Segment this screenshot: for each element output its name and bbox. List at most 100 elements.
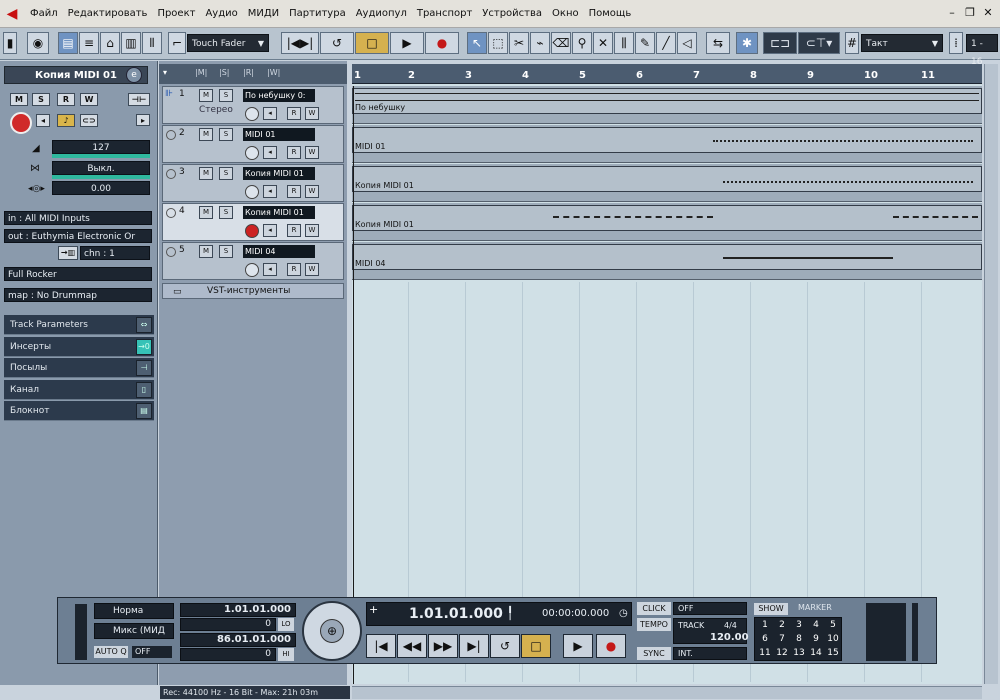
section-track-parameters[interactable]: Track Parameters ⇔ bbox=[4, 315, 154, 335]
marker-button[interactable]: 14 bbox=[808, 648, 824, 658]
marker-button[interactable]: 12 bbox=[774, 648, 790, 658]
open-pool-icon[interactable]: ▥ bbox=[121, 32, 141, 54]
record-enable-button[interactable] bbox=[245, 185, 259, 199]
menu-file[interactable]: Файл bbox=[25, 0, 63, 28]
forward-button[interactable]: ▶▶ bbox=[428, 634, 458, 658]
menu-midi[interactable]: МИДИ bbox=[243, 0, 284, 28]
record-enable-button[interactable] bbox=[245, 146, 259, 160]
midi-input-select[interactable]: in : All MIDI Inputs bbox=[4, 211, 152, 225]
midi-channel-select[interactable]: chn : 1 bbox=[80, 246, 150, 260]
section-sends[interactable]: Посылы ⊣ bbox=[4, 358, 154, 378]
menu-score[interactable]: Партитура bbox=[284, 0, 351, 28]
mute-tool-icon[interactable]: ✕ bbox=[593, 32, 613, 54]
track-lane[interactable]: По небушку bbox=[352, 86, 982, 124]
read-button[interactable]: R bbox=[287, 224, 301, 237]
project-cursor[interactable] bbox=[353, 86, 354, 684]
timewarp-tool-icon[interactable]: ⫼ bbox=[614, 32, 634, 54]
mute-button[interactable]: M bbox=[199, 167, 213, 180]
vertical-scrollbar[interactable] bbox=[984, 64, 998, 684]
edit-instrument-icon[interactable]: e bbox=[126, 67, 142, 83]
split-tool-icon[interactable]: ✂ bbox=[509, 32, 529, 54]
glue-tool-icon[interactable]: ⌁ bbox=[530, 32, 550, 54]
nudge-plus-icon[interactable]: + bbox=[369, 603, 378, 616]
write-button[interactable]: W bbox=[305, 185, 319, 198]
solo-button[interactable]: S bbox=[219, 89, 233, 102]
automation-icon[interactable]: ⌐ bbox=[168, 32, 186, 54]
marker-button[interactable]: 9 bbox=[808, 634, 824, 644]
erase-tool-icon[interactable]: ⌫ bbox=[551, 32, 571, 54]
read-button[interactable]: R bbox=[287, 107, 301, 120]
record-enable-button[interactable] bbox=[10, 112, 32, 134]
marker-button[interactable]: 11 bbox=[757, 648, 773, 658]
bypass-inserts-icon[interactable]: ⊣⊢ bbox=[128, 93, 150, 106]
read-button[interactable]: R bbox=[287, 263, 301, 276]
menu-audio[interactable]: Аудио bbox=[200, 0, 242, 28]
solo-button[interactable]: S bbox=[219, 128, 233, 141]
snap-mode-icon[interactable]: ⊏⊐ bbox=[763, 32, 797, 54]
track-lane[interactable]: MIDI 04 bbox=[352, 242, 982, 280]
snap-type-select[interactable]: ⊂⊤▾ bbox=[798, 32, 840, 54]
snap-button[interactable]: ✱ bbox=[736, 32, 758, 54]
marker-button[interactable]: 7 bbox=[774, 634, 790, 644]
record-enable-button[interactable] bbox=[245, 224, 259, 238]
track-name[interactable]: MIDI 01 bbox=[243, 128, 315, 141]
marker-button[interactable]: 13 bbox=[791, 648, 807, 658]
draw-tool-icon[interactable]: ✎ bbox=[635, 32, 655, 54]
zoom-tool-icon[interactable]: ⚲ bbox=[572, 32, 592, 54]
play-button[interactable]: ▶ bbox=[390, 32, 424, 54]
object-selection-tool-icon[interactable]: ↖ bbox=[467, 32, 487, 54]
monitor-button[interactable]: ◂ bbox=[263, 107, 277, 120]
vst-instruments-folder[interactable]: ▭ VST-инструменты bbox=[162, 283, 344, 299]
play-button[interactable]: ▶ bbox=[563, 634, 593, 658]
timeline-ruler[interactable]: 1 2 3 4 5 6 7 8 9 10 11 bbox=[352, 64, 982, 84]
range-selection-tool-icon[interactable]: ⬚ bbox=[488, 32, 508, 54]
record-enable-button[interactable] bbox=[245, 263, 259, 277]
program-select[interactable]: Full Rocker bbox=[4, 267, 152, 281]
track-name[interactable]: MIDI 04 bbox=[243, 245, 315, 258]
pan-value[interactable]: Выкл. bbox=[52, 161, 150, 175]
quantize-select[interactable]: 1 - 16 bbox=[966, 34, 998, 67]
monitor-button[interactable]: ◂ bbox=[263, 263, 277, 276]
track-parameters-icon[interactable]: ⇔ bbox=[136, 317, 152, 333]
stop-button[interactable]: □ bbox=[355, 32, 389, 54]
automation-mode-select[interactable]: Touch Fader ▼ bbox=[187, 34, 269, 52]
track-name[interactable]: Копия MIDI 01 bbox=[243, 167, 315, 180]
global-read-icon[interactable]: |R| bbox=[243, 68, 254, 77]
marker-button[interactable]: 10 bbox=[825, 634, 841, 644]
record-button[interactable]: ● bbox=[596, 634, 626, 658]
line-tool-icon[interactable]: ╱ bbox=[656, 32, 676, 54]
output-level-slider[interactable] bbox=[912, 603, 918, 661]
menu-project[interactable]: Проект bbox=[152, 0, 200, 28]
cycle-mode-select[interactable]: Микс (МИД bbox=[94, 623, 174, 639]
activate-project-button[interactable]: ▮ bbox=[3, 32, 17, 54]
collapse-icon[interactable]: ▾ bbox=[163, 68, 167, 77]
track-lane[interactable]: Копия MIDI 01 bbox=[352, 203, 982, 241]
constrain-delay-button[interactable]: ◉ bbox=[27, 32, 49, 54]
mute-button[interactable]: M bbox=[199, 89, 213, 102]
midi-part[interactable]: MIDI 04 bbox=[352, 244, 982, 270]
notepad-icon[interactable]: ▤ bbox=[136, 403, 152, 419]
track-lane[interactable]: MIDI 01 bbox=[352, 125, 982, 163]
solo-button[interactable]: S bbox=[219, 206, 233, 219]
horizontal-scrollbar[interactable] bbox=[352, 686, 982, 699]
right-locator[interactable]: 86.01.01.000 bbox=[180, 633, 296, 647]
delay-value[interactable]: 0.00 bbox=[52, 181, 150, 195]
marker-button[interactable]: 15 bbox=[825, 648, 841, 658]
record-button[interactable]: ● bbox=[425, 32, 459, 54]
minimize-icon[interactable]: – bbox=[944, 6, 960, 20]
audio-part[interactable]: По небушку bbox=[352, 88, 982, 114]
tempo-button[interactable]: TEMPO bbox=[637, 618, 671, 631]
click-button[interactable]: CLICK bbox=[637, 602, 671, 615]
jog-shuttle-wheel[interactable]: ⊕ bbox=[302, 601, 362, 661]
play-tool-icon[interactable]: ◁ bbox=[677, 32, 697, 54]
monitor-button[interactable]: ◂ bbox=[263, 185, 277, 198]
global-mute-icon[interactable]: |M| bbox=[195, 68, 207, 77]
stop-button[interactable]: □ bbox=[521, 634, 551, 658]
solo-button[interactable]: S bbox=[219, 167, 233, 180]
go-to-start-button[interactable]: |◀▶| bbox=[281, 32, 319, 54]
track-name[interactable]: По небушку 0: bbox=[243, 89, 315, 102]
marker-button[interactable]: 6 bbox=[757, 634, 773, 644]
sync-button[interactable]: SYNC bbox=[637, 647, 671, 660]
write-button[interactable]: W bbox=[305, 263, 319, 276]
solo-button[interactable]: S bbox=[219, 245, 233, 258]
